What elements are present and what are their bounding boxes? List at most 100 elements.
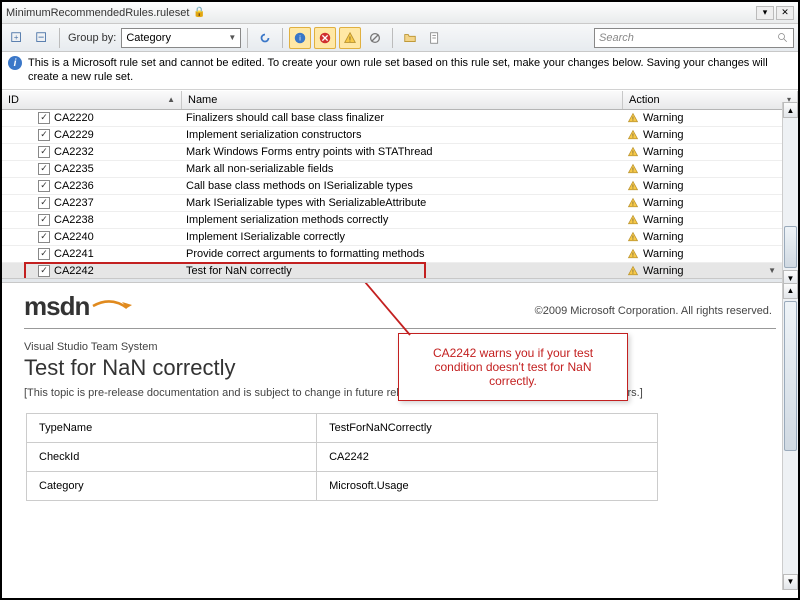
rule-action: Warning: [643, 214, 684, 226]
rule-action: Warning: [643, 146, 684, 158]
rule-checkbox[interactable]: ✓: [38, 214, 50, 226]
rule-checkbox[interactable]: ✓: [38, 129, 50, 141]
warning-icon: !: [627, 265, 639, 277]
info-icon: i: [8, 56, 22, 70]
toolbar-divider: [282, 28, 283, 48]
table-row[interactable]: ✓CA2240Implement ISerializable correctly…: [2, 229, 798, 246]
rule-name: Mark all non-serializable fields: [182, 163, 623, 175]
table-row[interactable]: ✓ CA2235 Mark all non-serializable fields!…: [2, 161, 798, 178]
properties-button[interactable]: [424, 27, 446, 49]
warning-icon: !: [627, 112, 639, 124]
table-row[interactable]: ✓ CA2242 Test for NaN correctly! Warning ▼: [2, 263, 798, 278]
rule-id: CA2235: [54, 163, 94, 175]
open-folder-button[interactable]: [399, 27, 421, 49]
table-row[interactable]: ✓ CA2236 Call base class methods on ISeria…: [2, 178, 798, 195]
property-row: CategoryMicrosoft.Usage: [27, 471, 658, 500]
table-row[interactable]: ✓ CA2238 Implement serialization methods c…: [2, 212, 798, 229]
grid-scrollbar[interactable]: ▲ ▼: [782, 102, 798, 286]
rule-id: CA2242: [54, 265, 94, 277]
rule-checkbox[interactable]: ✓: [38, 146, 50, 158]
scroll-thumb[interactable]: [784, 226, 797, 268]
rule-checkbox[interactable]: ✓: [38, 180, 50, 192]
warning-icon: !: [627, 214, 639, 226]
toolbar: + Group by: Category ▼ i ! Search: [2, 24, 798, 52]
scroll-down-button[interactable]: ▼: [783, 574, 798, 590]
warning-icon: !: [627, 248, 639, 260]
search-icon: [777, 32, 789, 44]
rule-name: Finalizers should call base class finali…: [182, 112, 623, 124]
property-value: CA2242: [317, 442, 658, 471]
column-header-name[interactable]: Name: [182, 91, 623, 109]
property-key: TypeName: [27, 413, 317, 442]
scroll-up-button[interactable]: ▲: [783, 283, 798, 299]
property-value: TestForNaNCorrectly: [317, 413, 658, 442]
rule-action: Warning: [643, 129, 684, 141]
rule-action: Warning: [643, 112, 684, 124]
rule-id: CA2241: [54, 248, 94, 260]
scroll-track[interactable]: [783, 299, 798, 574]
copyright-text: ©2009 Microsoft Corporation. All rights …: [535, 305, 772, 317]
rule-name: Mark Windows Forms entry points with STA…: [182, 146, 623, 158]
rule-name: Call base class methods on ISerializable…: [182, 180, 623, 192]
scroll-up-button[interactable]: ▲: [783, 102, 798, 118]
rule-action: Warning: [643, 163, 684, 175]
rule-id: CA2238: [54, 214, 94, 226]
warning-icon: !: [627, 129, 639, 141]
table-row[interactable]: ✓ CA2229 Implement serialization construct…: [2, 127, 798, 144]
info-text: This is a Microsoft rule set and cannot …: [28, 56, 792, 85]
rule-action: Warning: [643, 197, 684, 209]
sort-asc-icon: ▲: [167, 95, 175, 104]
rule-id: CA2232: [54, 146, 94, 158]
toolbar-divider: [247, 28, 248, 48]
rule-checkbox[interactable]: ✓: [38, 265, 50, 277]
search-input[interactable]: Search: [594, 28, 794, 48]
rule-action: Warning: [643, 265, 684, 277]
refresh-button[interactable]: [254, 27, 276, 49]
filter-error-button[interactable]: [314, 27, 336, 49]
groupby-value: Category: [126, 32, 171, 44]
rule-checkbox[interactable]: ✓: [38, 248, 50, 260]
annotation-callout: CA2242 warns you if your test condition …: [398, 333, 628, 401]
rule-checkbox[interactable]: ✓: [38, 231, 50, 243]
table-row[interactable]: ✓CA2220Finalizers should call base class…: [2, 110, 798, 127]
column-header-id[interactable]: ID▲: [2, 91, 182, 109]
table-row[interactable]: ✓CA2241Provide correct arguments to form…: [2, 246, 798, 263]
toolbar-divider: [392, 28, 393, 48]
rule-checkbox[interactable]: ✓: [38, 197, 50, 209]
window-dropdown-button[interactable]: ▾: [756, 6, 774, 20]
rule-checkbox[interactable]: ✓: [38, 163, 50, 175]
properties-table: TypeNameTestForNaNCorrectlyCheckIdCA2242…: [26, 413, 658, 501]
expand-all-button[interactable]: +: [6, 27, 28, 49]
filter-warning-button[interactable]: !: [339, 27, 361, 49]
rules-grid: ✓CA2220Finalizers should call base class…: [2, 110, 798, 278]
column-header-action[interactable]: Action▾: [623, 91, 798, 109]
chevron-down-icon: ▼: [228, 33, 236, 42]
groupby-select[interactable]: Category ▼: [121, 28, 241, 48]
rule-name: Test for NaN correctly: [182, 265, 623, 277]
filter-info-button[interactable]: i: [289, 27, 311, 49]
rule-action: Warning: [643, 180, 684, 192]
info-bar: i This is a Microsoft rule set and canno…: [2, 52, 798, 90]
rule-id: CA2236: [54, 180, 94, 192]
rule-id: CA2229: [54, 129, 94, 141]
rule-action: Warning: [643, 231, 684, 243]
scroll-track[interactable]: [783, 118, 798, 270]
table-row[interactable]: ✓CA2237Mark ISerializable types with Ser…: [2, 195, 798, 212]
chevron-down-icon[interactable]: ▼: [768, 266, 776, 275]
rule-name: Implement serialization constructors: [182, 129, 623, 141]
table-row[interactable]: ✓ CA2232 Mark Windows Forms entry points w…: [2, 144, 798, 161]
scroll-thumb[interactable]: [784, 301, 797, 451]
warning-icon: !: [627, 163, 639, 175]
svg-text:+: +: [14, 32, 19, 41]
rule-name: Implement serialization methods correctl…: [182, 214, 623, 226]
rule-name: Implement ISerializable correctly: [182, 231, 623, 243]
doc-scrollbar[interactable]: ▲ ▼: [782, 283, 798, 590]
window-close-button[interactable]: ✕: [776, 6, 794, 20]
filter-none-button[interactable]: [364, 27, 386, 49]
document-title: MinimumRecommendedRules.ruleset: [6, 7, 189, 19]
search-placeholder: Search: [599, 32, 634, 44]
collapse-all-button[interactable]: [31, 27, 53, 49]
warning-icon: !: [627, 197, 639, 209]
rule-checkbox[interactable]: ✓: [38, 112, 50, 124]
groupby-label: Group by:: [68, 32, 116, 44]
